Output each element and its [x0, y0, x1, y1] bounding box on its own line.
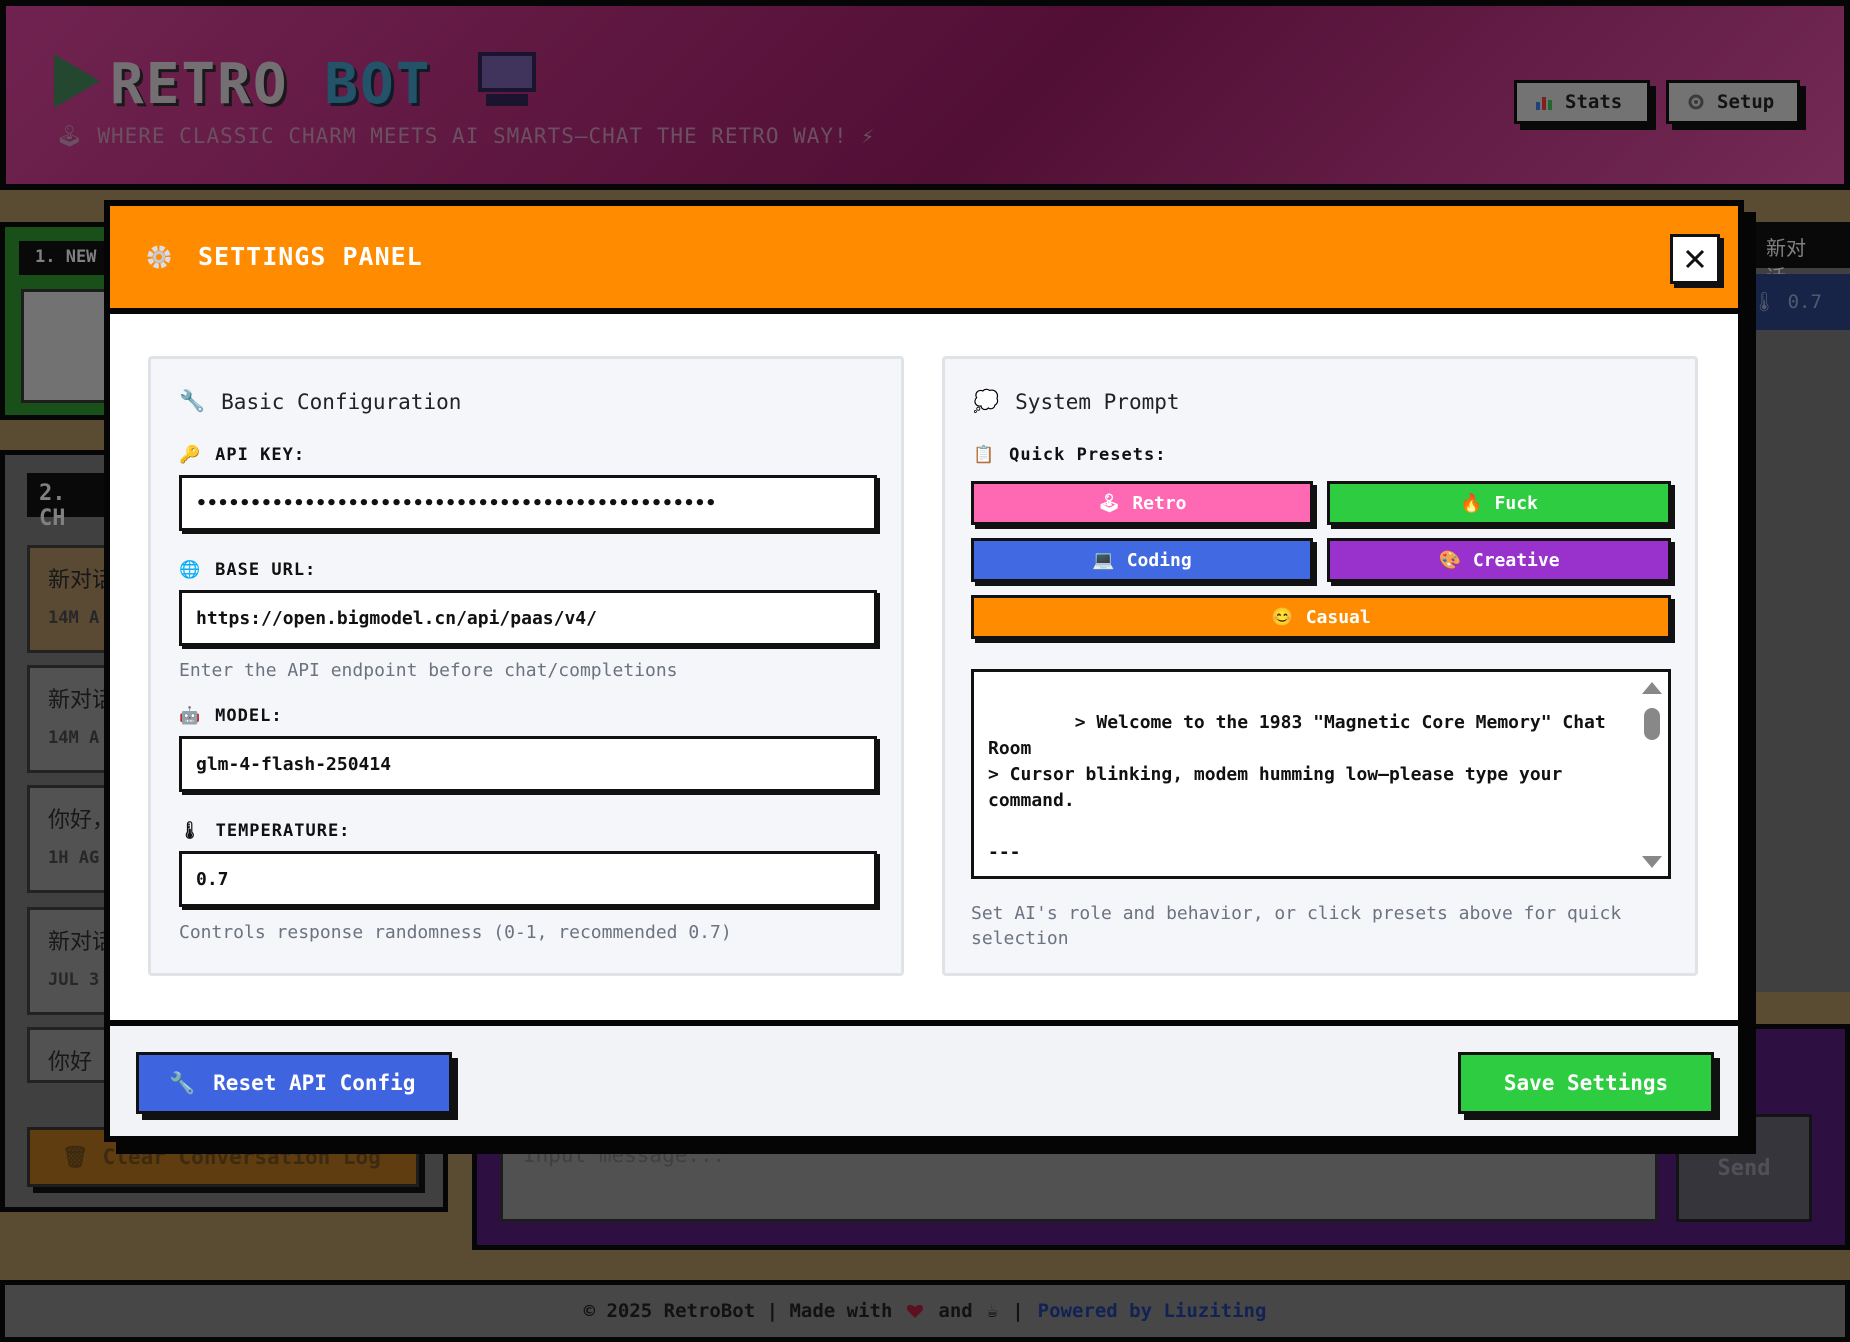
preset-retro-button[interactable]: 🕹 Retro: [971, 481, 1313, 525]
settings-modal: SETTINGS PANEL 🔧 Basic Configuration 🔑 A…: [104, 200, 1744, 1142]
temperature-hint: Controls response randomness (0-1, recom…: [179, 922, 732, 943]
scrollbar-thumb[interactable]: [1644, 708, 1660, 740]
clipboard-icon: 📋: [973, 445, 996, 465]
api-key-label: 🔑 API KEY:: [179, 445, 306, 465]
fire-icon: 🔥: [1460, 492, 1483, 514]
palette-icon: 🎨: [1438, 549, 1461, 571]
reset-api-config-button[interactable]: 🔧 Reset API Config: [136, 1052, 452, 1114]
temperature-label: 🌡 TEMPERATURE:: [179, 821, 351, 841]
thermometer-icon: 🌡: [179, 821, 202, 841]
presets-label: 📋 Quick Presets:: [973, 445, 1167, 465]
preset-creative-button[interactable]: 🎨 Creative: [1327, 538, 1671, 582]
base-url-label: 🌐 BASE URL:: [179, 560, 317, 580]
wrench-icon: 🔧: [169, 1070, 196, 1095]
model-label: 🤖 MODEL:: [179, 706, 283, 726]
modal-title: SETTINGS PANEL: [198, 242, 423, 271]
modal-footer: 🔧 Reset API Config Save Settings: [110, 1020, 1738, 1136]
base-url-field[interactable]: https://open.bigmodel.cn/api/paas/v4/: [179, 590, 877, 646]
gear-icon: [147, 245, 171, 269]
close-button[interactable]: [1670, 234, 1720, 284]
system-prompt-textarea[interactable]: > Welcome to the 1983 "Magnetic Core Mem…: [971, 669, 1671, 879]
laptop-icon: 💻: [1092, 549, 1115, 571]
preset-fuck-button[interactable]: 🔥 Fuck: [1327, 481, 1671, 525]
system-prompt-section: 💭 System Prompt 📋 Quick Presets: 🕹 Retro…: [942, 356, 1698, 976]
key-icon: 🔑: [179, 445, 202, 465]
globe-icon: 🌐: [179, 560, 202, 580]
basic-config-title: 🔧 Basic Configuration: [179, 389, 462, 414]
base-url-hint: Enter the API endpoint before chat/compl…: [179, 660, 678, 681]
scroll-down-arrow-icon[interactable]: [1642, 856, 1662, 868]
modal-header: SETTINGS PANEL: [110, 206, 1738, 314]
speech-bubble-icon: 💭: [973, 389, 1000, 413]
preset-casual-button[interactable]: 😊 Casual: [971, 595, 1671, 639]
wrench-icon: 🔧: [179, 389, 206, 413]
save-settings-button[interactable]: Save Settings: [1458, 1052, 1714, 1114]
smile-icon: 😊: [1271, 606, 1294, 628]
system-prompt-hint: Set AI's role and behavior, or click pre…: [971, 903, 1622, 949]
robot-icon: 🤖: [179, 706, 202, 726]
modal-body: 🔧 Basic Configuration 🔑 API KEY: •••••••…: [110, 314, 1738, 1020]
temperature-field[interactable]: 0.7: [179, 851, 877, 907]
api-key-field[interactable]: ••••••••••••••••••••••••••••••••••••••••…: [179, 475, 877, 531]
system-prompt-title: 💭 System Prompt: [973, 389, 1180, 414]
joystick-icon: 🕹: [1097, 492, 1121, 514]
close-icon: [1685, 249, 1705, 269]
basic-config-section: 🔧 Basic Configuration 🔑 API KEY: •••••••…: [148, 356, 904, 976]
model-field[interactable]: glm-4-flash-250414: [179, 736, 877, 792]
preset-coding-button[interactable]: 💻 Coding: [971, 538, 1313, 582]
scroll-up-arrow-icon[interactable]: [1642, 682, 1662, 694]
